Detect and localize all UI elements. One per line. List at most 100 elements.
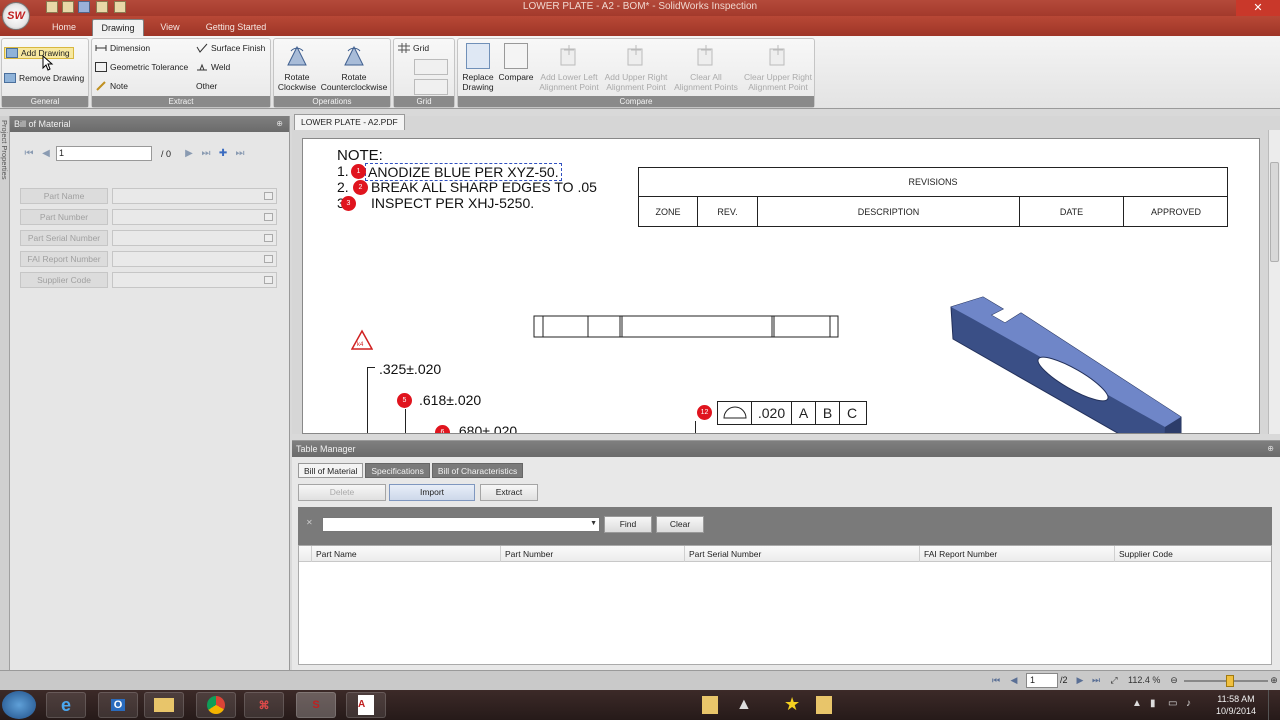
note-balloon[interactable]: 2: [353, 180, 368, 195]
grid-spacing-input[interactable]: [414, 79, 448, 95]
pin-icon[interactable]: ⊕: [1267, 441, 1274, 457]
record-number-input[interactable]: 1: [56, 146, 152, 161]
folder-icon[interactable]: [816, 696, 832, 714]
grid-size-input[interactable]: [414, 59, 448, 75]
save-icon[interactable]: [78, 1, 90, 13]
export-icon[interactable]: [114, 1, 126, 13]
clear-all-alignment-points-button[interactable]: Clear All Alignment Points: [672, 43, 740, 92]
tray-expand-icon[interactable]: ▲: [1132, 698, 1142, 709]
zoom-slider-thumb[interactable]: [1226, 675, 1235, 687]
gdt-feature-control-frame[interactable]: .020 A B C: [717, 401, 867, 425]
document-vertical-scrollbar[interactable]: [1268, 130, 1280, 434]
surface-finish-button[interactable]: Surface Finish: [196, 43, 265, 53]
other-button[interactable]: Other: [196, 81, 217, 91]
window-close-button[interactable]: ✕: [1236, 0, 1280, 16]
app-grid-icon[interactable]: ⌘: [244, 692, 284, 718]
geometric-tolerance-button[interactable]: Geometric Tolerance: [95, 62, 188, 72]
field-input[interactable]: [112, 188, 277, 204]
app-logo[interactable]: SW: [2, 2, 30, 30]
page-number-input[interactable]: 1: [1026, 673, 1058, 688]
file-explorer-icon[interactable]: [144, 692, 184, 718]
note-balloon[interactable]: 1: [351, 164, 366, 179]
field-input[interactable]: [112, 251, 277, 267]
system-clock[interactable]: 11:58 AM 10/9/2014: [1216, 693, 1256, 717]
print-icon[interactable]: [96, 1, 108, 13]
column-header-part-serial-number[interactable]: Part Serial Number: [684, 546, 920, 562]
note-balloon[interactable]: 3: [341, 196, 356, 211]
chevron-down-icon[interactable]: ▼: [590, 520, 597, 527]
show-desktop-button[interactable]: [1268, 690, 1280, 720]
column-header-fai-report-number[interactable]: FAI Report Number: [919, 546, 1115, 562]
add-upper-right-alignment-point-button[interactable]: Add Upper Right Alignment Point: [602, 43, 670, 92]
acrobat-icon[interactable]: A: [346, 692, 386, 718]
next-page-icon[interactable]: ▶: [1074, 674, 1086, 687]
last-page-icon[interactable]: ⏭: [1090, 674, 1102, 687]
field-input[interactable]: [112, 272, 277, 288]
tab-specifications[interactable]: Specifications: [365, 463, 430, 478]
previous-page-icon[interactable]: ◀: [1008, 674, 1020, 687]
open-folder-icon[interactable]: [62, 1, 74, 13]
rotate-counterclockwise-button[interactable]: Rotate Counterclockwise: [320, 43, 388, 92]
import-button[interactable]: Import: [389, 484, 475, 501]
zoom-out-icon[interactable]: ⊖: [1168, 674, 1180, 687]
solidworks-inspection-taskbar-icon[interactable]: S: [296, 692, 336, 718]
add-drawing-button[interactable]: Add Drawing: [4, 47, 74, 59]
pin-icon[interactable]: ⊕: [276, 116, 283, 132]
start-button[interactable]: [2, 691, 36, 719]
find-button[interactable]: Find: [604, 516, 652, 533]
show-tray-icon[interactable]: ▲: [736, 696, 752, 714]
tab-bill-of-material[interactable]: Bill of Material: [298, 463, 364, 478]
dimension-button[interactable]: Dimension: [95, 43, 150, 53]
clear-button[interactable]: Clear: [656, 516, 704, 533]
field-input[interactable]: [112, 230, 277, 246]
remove-drawing-button[interactable]: Remove Drawing: [4, 73, 84, 83]
last-record-icon[interactable]: ⏭: [199, 147, 213, 161]
note-button[interactable]: Note: [95, 81, 128, 91]
scrollbar-thumb[interactable]: [1270, 162, 1279, 262]
first-record-icon[interactable]: ⏮: [22, 147, 36, 161]
pinned-folder-icon[interactable]: [702, 696, 718, 714]
tray-device-icon[interactable]: ▮: [1150, 698, 1156, 709]
dimension-balloon[interactable]: 6: [435, 425, 450, 433]
outlook-icon[interactable]: O: [98, 692, 138, 718]
next-record-icon[interactable]: ▶: [182, 147, 196, 161]
dimension-text[interactable]: .680±.020: [455, 423, 517, 433]
weld-button[interactable]: Weld: [196, 62, 230, 72]
delete-button[interactable]: Delete: [298, 484, 386, 501]
rotate-clockwise-button[interactable]: Rotate Clockwise: [277, 43, 317, 92]
column-header-part-number[interactable]: Part Number: [500, 546, 684, 562]
project-properties-side-tab[interactable]: Project Properties: [0, 116, 10, 670]
column-header-supplier-code[interactable]: Supplier Code: [1114, 546, 1272, 562]
tab-view[interactable]: View: [152, 19, 188, 36]
chrome-icon[interactable]: [196, 692, 236, 718]
tab-bill-of-characteristics[interactable]: Bill of Characteristics: [431, 463, 524, 478]
new-record-icon[interactable]: ✚: [216, 147, 230, 161]
tab-drawing[interactable]: Drawing: [92, 19, 144, 36]
volume-icon[interactable]: ♪: [1186, 698, 1191, 709]
previous-record-icon[interactable]: ◀: [39, 147, 53, 161]
filter-combobox[interactable]: ▼: [322, 517, 600, 532]
column-header-part-name[interactable]: Part Name: [311, 546, 501, 562]
extract-button[interactable]: Extract: [480, 484, 538, 501]
fit-page-icon[interactable]: ⤢: [1108, 674, 1120, 687]
first-page-icon[interactable]: ⏮: [990, 674, 1002, 687]
grid-toggle-button[interactable]: Grid: [398, 43, 429, 53]
network-icon[interactable]: ▭: [1168, 698, 1177, 709]
delete-record-icon[interactable]: ⏭: [233, 147, 247, 161]
compare-button[interactable]: Compare: [498, 43, 534, 82]
drawing-canvas[interactable]: NOTE: 1. ANODIZE BLUE PER XYZ-50. 1 2. B…: [302, 138, 1260, 434]
tab-home[interactable]: Home: [44, 19, 84, 36]
clear-upper-right-alignment-point-button[interactable]: Clear Upper Right Alignment Point: [742, 43, 814, 92]
dimension-balloon[interactable]: 5: [397, 393, 412, 408]
document-tab[interactable]: LOWER PLATE - A2.PDF: [294, 114, 405, 130]
replace-drawing-button[interactable]: Replace Drawing: [460, 43, 496, 92]
dimension-text[interactable]: .325±.020: [379, 361, 441, 377]
gdt-balloon[interactable]: 12: [697, 405, 712, 420]
zoom-in-icon[interactable]: ⊕: [1268, 674, 1280, 687]
dimension-text[interactable]: .618±.020: [419, 392, 481, 408]
field-input[interactable]: [112, 209, 277, 225]
add-lower-left-alignment-point-button[interactable]: Add Lower Left Alignment Point: [538, 43, 600, 92]
internet-explorer-icon[interactable]: e: [46, 692, 86, 718]
clear-filter-icon[interactable]: ✕: [306, 518, 313, 527]
tab-getting-started[interactable]: Getting Started: [198, 19, 274, 36]
